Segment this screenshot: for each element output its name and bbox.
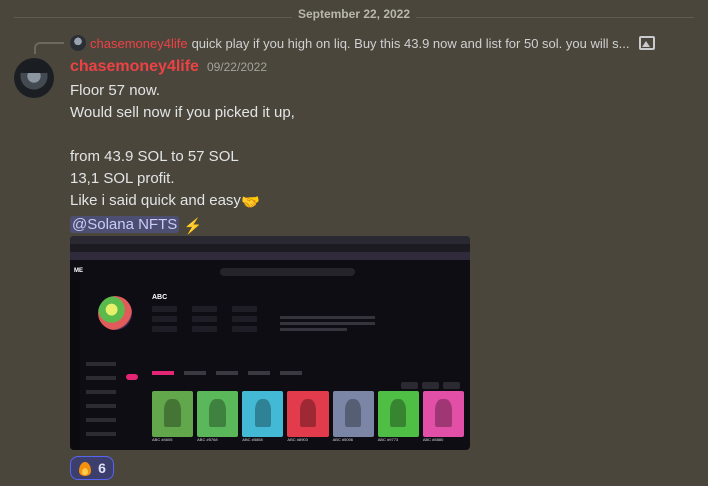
message-line: Floor 57 now. <box>70 82 161 99</box>
handshake-emoji: 🤝 <box>240 194 260 211</box>
embed-left-rail <box>70 280 80 450</box>
embed-nft-label: ABC #5858 <box>242 437 263 442</box>
embed-nft-card <box>197 391 239 437</box>
screenshot-attachment[interactable]: ME ABC ABC #4605 ABC #5768 ABC #5858 ABC #8… <box>70 236 470 450</box>
fire-icon <box>78 461 92 476</box>
embed-nft-card <box>242 391 284 437</box>
embed-collection-name: ABC <box>152 294 168 301</box>
embed-nft-figure <box>254 399 272 427</box>
embed-nft-card <box>332 391 374 437</box>
reaction-count: 6 <box>98 460 106 476</box>
reply-preview[interactable]: chasemoney4life quick play if you high o… <box>70 34 656 52</box>
image-icon <box>639 36 656 50</box>
embed-nft-figure <box>390 399 407 427</box>
message-line: Would sell now if you picked it up, <box>70 104 295 121</box>
reply-avatar[interactable] <box>70 35 86 51</box>
embed-browser-tabs <box>70 236 470 244</box>
embed-nft-figure <box>435 399 452 427</box>
reply-author[interactable]: chasemoney4life <box>90 36 188 51</box>
mention-solana-nfts[interactable]: @Solana NFTS <box>70 216 180 233</box>
reaction-fire[interactable]: 6 <box>70 456 114 480</box>
author-avatar[interactable] <box>14 58 54 98</box>
embed-stats <box>152 306 260 336</box>
message-author[interactable]: chasemoney4life <box>70 58 199 76</box>
embed-description <box>280 316 375 336</box>
embed-nft-label: ABC #5006 <box>332 437 354 442</box>
embed-nft-figure <box>344 399 362 427</box>
message-body: Floor 57 now. Would sell now if you pick… <box>70 80 295 238</box>
embed-nft-label: ABC #9773 <box>377 437 399 442</box>
embed-nft-label: ABC #5768 <box>197 437 218 442</box>
embed-nft-label: ABC #4605 <box>152 437 173 442</box>
message-line: Like i said quick and easy <box>70 192 241 209</box>
message-line-with-emoji: Like i said quick and easy🤝 <box>70 190 295 214</box>
embed-nft-card <box>287 391 329 437</box>
embed-toggle <box>126 374 138 380</box>
reply-text[interactable]: quick play if you high on liq. Buy this … <box>192 36 630 51</box>
message-line-blank <box>70 124 295 146</box>
avatar-hat <box>20 61 48 73</box>
embed-collection-avatar <box>98 296 132 330</box>
embed-nft-labels: ABC #4605 ABC #5768 ABC #5858 ABC #8903 ABC … <box>152 437 464 447</box>
reply-spine <box>34 42 64 54</box>
embed-logo: ME <box>74 268 83 274</box>
date-divider: September 22, 2022 <box>0 0 708 30</box>
embed-top-nav: ME <box>70 266 470 278</box>
message-line: from 43.9 SOL to 57 SOL <box>70 148 239 165</box>
embed-nft-figure <box>299 399 317 427</box>
embed-banner <box>70 252 470 260</box>
message-timestamp[interactable]: 09/22/2022 <box>207 60 267 74</box>
embed-nft-card <box>377 391 419 437</box>
embed-nft-card <box>422 391 464 437</box>
divider-date: September 22, 2022 <box>291 7 417 21</box>
embed-nft-figure <box>164 399 181 427</box>
embed-tabs <box>152 362 460 375</box>
embed-url-bar <box>70 244 470 252</box>
embed-nft-figure <box>209 399 226 427</box>
message-line: 13,1 SOL profit. <box>70 170 175 187</box>
embed-nft-card <box>152 391 194 437</box>
mention-line: @Solana NFTS ⚡ <box>70 214 295 238</box>
embed-nft-label: ABC #8903 <box>287 437 308 442</box>
embed-nft-cards <box>152 391 464 437</box>
lightning-emoji: ⚡ <box>183 218 203 235</box>
embed-nft-label: ABC #5880 <box>422 437 444 442</box>
embed-filters <box>86 360 146 450</box>
embed-search <box>220 268 355 276</box>
message-header: chasemoney4life 09/22/2022 <box>70 58 267 76</box>
